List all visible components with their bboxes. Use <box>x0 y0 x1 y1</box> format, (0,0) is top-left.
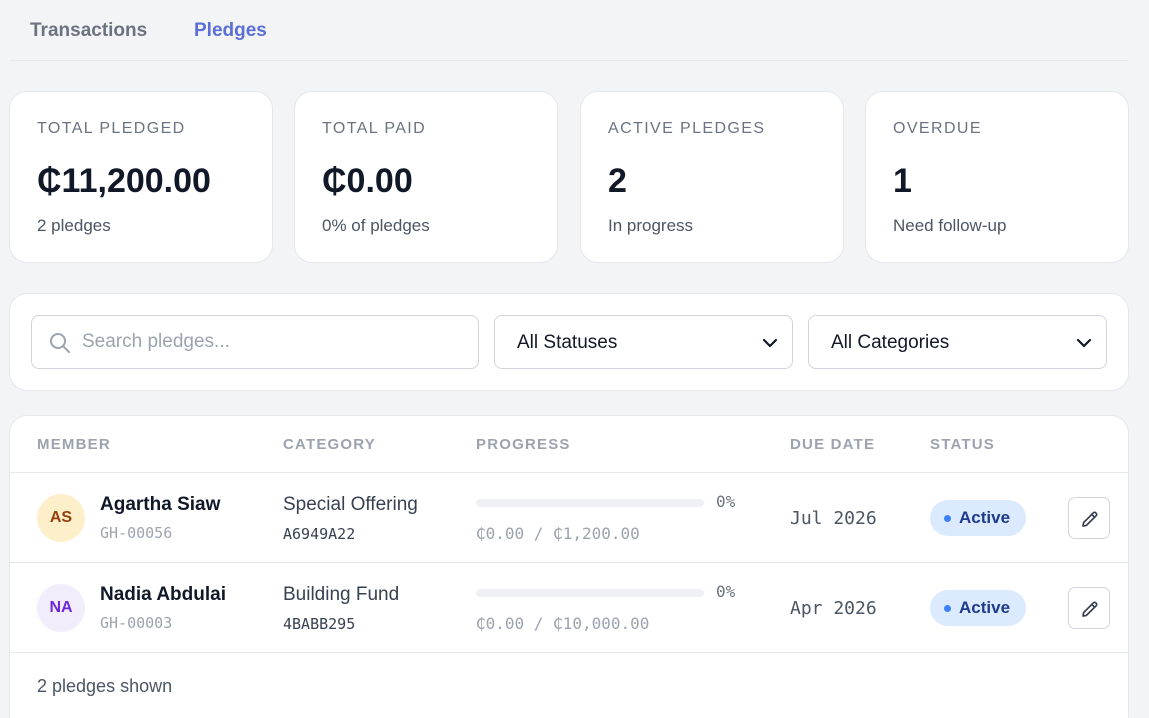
tab-pledges[interactable]: Pledges <box>194 20 267 42</box>
progress-percent: 0% <box>716 492 736 511</box>
member-name[interactable]: Nadia Abdulai <box>100 584 226 606</box>
progress-bar <box>476 499 704 507</box>
stat-value: 2 <box>608 162 627 200</box>
status-filter-select[interactable]: All Statuses <box>494 315 793 369</box>
due-date: Jul 2026 <box>790 508 877 529</box>
avatar: AS <box>37 494 85 542</box>
search-icon <box>50 333 70 353</box>
stat-subtext: 0% of pledges <box>322 216 430 235</box>
search-box[interactable] <box>31 315 479 369</box>
stat-label: TOTAL PAID <box>322 120 427 137</box>
status-label: Active <box>959 598 1011 617</box>
progress-amount: ₵0.00 / ₵1,200.00 <box>476 524 640 543</box>
due-date: Apr 2026 <box>790 598 877 619</box>
column-header-progress[interactable]: PROGRESS <box>476 436 571 453</box>
pencil-icon <box>1082 511 1098 527</box>
status-badge: Active <box>930 500 1027 536</box>
status-dot-icon <box>944 515 951 522</box>
stat-value: ₵11,200.00 <box>37 162 211 200</box>
tab-bar: Transactions Pledges <box>10 0 1128 61</box>
stat-value: ₵0.00 <box>322 162 413 200</box>
pledges-table: MEMBER CATEGORY PROGRESS DUE DATE STATUS… <box>9 415 1129 718</box>
category-filter-value: All Categories <box>831 332 950 353</box>
row-divider <box>10 652 1128 653</box>
chevron-down-icon <box>1076 338 1092 348</box>
category-code: A6949A22 <box>283 525 356 543</box>
stat-card-overdue: OVERDUE 1 Need follow-up <box>865 91 1129 263</box>
table-row[interactable]: AS Agartha Siaw GH-00056 Special Offerin… <box>10 473 1128 563</box>
member-name[interactable]: Agartha Siaw <box>100 494 220 516</box>
stat-label: TOTAL PLEDGED <box>37 120 186 137</box>
tab-transactions[interactable]: Transactions <box>30 20 147 42</box>
category-filter-select[interactable]: All Categories <box>808 315 1107 369</box>
stat-label: OVERDUE <box>893 120 982 137</box>
column-header-category[interactable]: CATEGORY <box>283 436 376 453</box>
status-filter-value: All Statuses <box>517 332 618 353</box>
stat-card-total-pledged: TOTAL PLEDGED ₵11,200.00 2 pledges <box>9 91 273 263</box>
stat-subtext: 2 pledges <box>37 216 111 235</box>
category-code: 4BABB295 <box>283 615 356 633</box>
search-input[interactable] <box>82 317 472 367</box>
stat-card-active-pledges: ACTIVE PLEDGES 2 In progress <box>580 91 844 263</box>
edit-pledge-button[interactable] <box>1068 497 1110 539</box>
pencil-icon <box>1082 601 1098 617</box>
table-footer-count: 2 pledges shown <box>37 676 173 696</box>
status-badge: Active <box>930 590 1027 626</box>
chevron-down-icon <box>762 338 778 348</box>
column-header-status[interactable]: STATUS <box>930 436 995 453</box>
member-id: GH-00056 <box>100 524 173 542</box>
status-dot-icon <box>944 605 951 612</box>
progress-bar <box>476 589 704 597</box>
progress-percent: 0% <box>716 582 736 601</box>
stat-label: ACTIVE PLEDGES <box>608 120 766 137</box>
progress-amount: ₵0.00 / ₵10,000.00 <box>476 614 650 633</box>
category-name: Special Offering <box>283 494 418 515</box>
member-id: GH-00003 <box>100 614 173 632</box>
edit-pledge-button[interactable] <box>1068 587 1110 629</box>
avatar: NA <box>37 584 85 632</box>
column-header-member[interactable]: MEMBER <box>37 436 111 453</box>
status-label: Active <box>959 508 1011 527</box>
filter-bar: All Statuses All Categories <box>9 293 1129 391</box>
stat-subtext: Need follow-up <box>893 216 1007 235</box>
stat-subtext: In progress <box>608 216 694 235</box>
table-row[interactable]: NA Nadia Abdulai GH-00003 Building Fund … <box>10 563 1128 653</box>
stat-card-total-paid: TOTAL PAID ₵0.00 0% of pledges <box>294 91 558 263</box>
column-header-due-date[interactable]: DUE DATE <box>790 436 875 453</box>
stat-value: 1 <box>893 162 912 200</box>
category-name: Building Fund <box>283 584 400 605</box>
